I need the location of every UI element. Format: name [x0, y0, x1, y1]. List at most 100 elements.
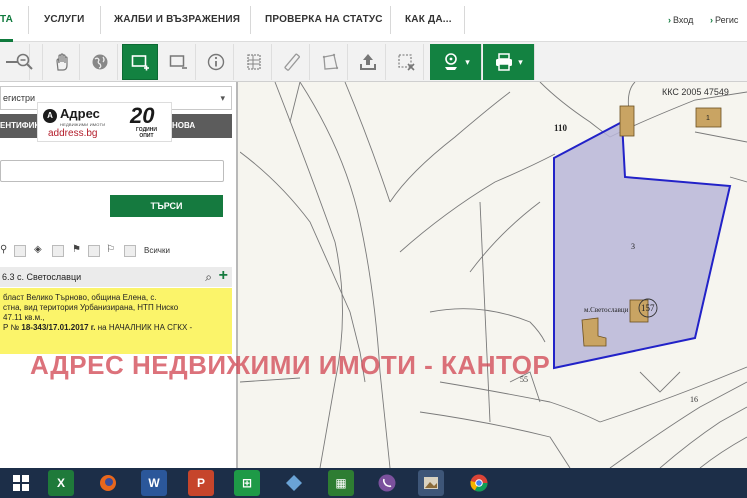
- info-icon: [207, 53, 224, 71]
- zoom-out-button[interactable]: [7, 44, 43, 80]
- remove-rectangle-icon: [169, 55, 187, 69]
- layers-icon[interactable]: ◈: [34, 244, 42, 255]
- info-button[interactable]: [198, 44, 234, 80]
- result-line: 47.11 кв.м.,: [3, 313, 45, 322]
- zoom-to-icon[interactable]: ⌕: [205, 267, 212, 287]
- cadastral-map[interactable]: ККС 2005 47549 110 1 3 157 м.Светославци…: [240, 82, 747, 468]
- windows-start-button[interactable]: [8, 470, 34, 496]
- tab-new[interactable]: НОВА: [172, 114, 195, 138]
- top-navigation: ТА УСЛУГИ ЖАЛБИ И ВЪЗРАЖЕНИЯ ПРОВЕРКА НА…: [0, 0, 747, 42]
- chrome-icon[interactable]: [466, 470, 492, 496]
- building-info-button[interactable]: [236, 44, 272, 80]
- print-dropdown-button[interactable]: ▾: [483, 44, 535, 80]
- building-grid-icon: [246, 54, 261, 70]
- add-icon[interactable]: +: [219, 266, 228, 286]
- firefox-icon[interactable]: [95, 470, 121, 496]
- result-title: 6.3 с. Светославци: [2, 272, 82, 282]
- logo-url: address.bg: [48, 128, 98, 139]
- nav-divider: [250, 6, 251, 34]
- upload-icon: [359, 54, 376, 70]
- clear-selection-button[interactable]: [388, 44, 424, 80]
- printer-icon: [496, 53, 513, 71]
- register-label: Регис: [715, 15, 739, 25]
- tab-identifier[interactable]: ЕНТИФИК: [0, 114, 39, 138]
- app-diamond-icon[interactable]: [281, 470, 307, 496]
- address-logo: A Адрес НЕДВИЖИМИ ИМОТИ address.bg 20 ГО…: [37, 102, 172, 142]
- layers-all-label[interactable]: Всички: [144, 246, 170, 255]
- windows-taskbar: X W P ⊞ ▦: [0, 468, 747, 498]
- remove-rectangle-button[interactable]: [160, 44, 196, 80]
- layer-checkbox[interactable]: [124, 245, 136, 257]
- viber-logo-icon: [378, 474, 396, 492]
- result-details: бласт Велико Търново, община Елена, с. с…: [0, 288, 232, 354]
- nav-item-services[interactable]: УСЛУГИ: [44, 0, 85, 42]
- upload-button[interactable]: [350, 44, 386, 80]
- calculator-icon[interactable]: ▦: [328, 470, 354, 496]
- nav-item-status-check[interactable]: ПРОВЕРКА НА СТАТУС: [265, 0, 383, 42]
- nav-item-complaints[interactable]: ЖАЛБИ И ВЪЗРАЖЕНИЯ: [114, 0, 240, 42]
- parcel-label-110: 110: [554, 123, 568, 133]
- result-line: стна, вид територия Урбанизирана, НТП Ни…: [3, 303, 179, 312]
- excel-green-icon[interactable]: ⊞: [234, 470, 260, 496]
- app-photo-icon[interactable]: [418, 470, 444, 496]
- zoom-out-icon: [16, 53, 33, 70]
- nav-divider: [28, 6, 29, 34]
- area-flag-icon[interactable]: ⚐: [106, 244, 115, 255]
- identifier-search-input[interactable]: [0, 160, 224, 182]
- location-dropdown-button[interactable]: ▾: [430, 44, 482, 80]
- globe-button[interactable]: [82, 44, 118, 80]
- viber-icon[interactable]: [374, 470, 400, 496]
- layer-checkbox[interactable]: [14, 245, 26, 257]
- result-order-line: Р № 18-343/17.01.2017 г. на НАЧАЛНИК НА …: [3, 323, 229, 333]
- layer-checkbox[interactable]: [88, 245, 100, 257]
- diamond-logo-icon: [286, 475, 302, 491]
- firefox-logo-icon: [100, 475, 116, 491]
- parcel-label-157: 157: [641, 303, 655, 313]
- chevron-down-icon: ▾: [465, 56, 470, 67]
- building[interactable]: [619, 105, 635, 137]
- selected-parcel[interactable]: [553, 120, 732, 370]
- result-order-suffix: на НАЧАЛНИК НА СГКХ -: [97, 323, 193, 332]
- map-canvas[interactable]: ККС 2005 47549 110 1 3 157 м.Светославци…: [240, 82, 747, 468]
- hand-icon: [55, 53, 68, 71]
- parcel-label-16: 16: [690, 395, 698, 404]
- layer-checkbox[interactable]: [52, 245, 64, 257]
- powerpoint-icon[interactable]: P: [188, 470, 214, 496]
- measure-distance-button[interactable]: [274, 44, 310, 80]
- logo-years-line2: ОПИТ: [139, 133, 154, 139]
- watermark-text: АДРЕС НЕДВИЖИМИ ИМОТИ - КАНТОР: [30, 350, 551, 380]
- login-icon: ›: [668, 15, 671, 25]
- excel-icon[interactable]: X: [48, 470, 74, 496]
- result-line: бласт Велико Търново, община Елена, с.: [3, 293, 157, 302]
- word-icon[interactable]: W: [141, 470, 167, 496]
- pan-button[interactable]: [44, 44, 80, 80]
- nav-divider: [390, 6, 391, 34]
- locality-label: м.Светославци: [584, 306, 629, 314]
- chevron-down-icon: ▾: [220, 93, 225, 103]
- building-label-1: 1: [706, 115, 710, 122]
- flag-icon[interactable]: ⚑: [72, 244, 81, 255]
- polygon-icon: [322, 53, 338, 70]
- login-link[interactable]: › Вход: [668, 0, 693, 42]
- nav-item-how-to[interactable]: КАК ДА...: [405, 0, 452, 42]
- location-pin-icon: [445, 53, 458, 70]
- map-toolbar: ▾ ▾: [0, 42, 747, 82]
- logo-years-text: ГОДИНИ ОПИТ: [136, 127, 157, 139]
- select-rectangle-icon: [131, 55, 149, 71]
- register-link[interactable]: › Регис: [710, 0, 738, 42]
- register-icon: ›: [710, 15, 713, 25]
- windows-logo-icon: [13, 475, 29, 491]
- result-header[interactable]: 6.3 с. Светославци ⌕ +: [0, 267, 232, 287]
- nav-item-active[interactable]: ТА: [0, 0, 14, 42]
- search-button[interactable]: ТЪРСИ: [110, 195, 223, 217]
- login-label: Вход: [673, 15, 694, 25]
- measure-area-button[interactable]: [312, 44, 348, 80]
- pin-icon[interactable]: ⚲: [0, 244, 7, 255]
- chrome-logo-icon: [470, 474, 488, 492]
- layer-filter-row: ⚲ ◈ ⚑ ⚐ Всички: [0, 242, 232, 260]
- result-order-prefix: Р №: [3, 323, 20, 332]
- select-rectangle-button[interactable]: [122, 44, 158, 80]
- photo-logo-icon: [424, 477, 438, 489]
- logo-tagline: НЕДВИЖИМИ ИМОТИ: [60, 122, 106, 127]
- kks-label: ККС 2005 47549: [662, 87, 729, 97]
